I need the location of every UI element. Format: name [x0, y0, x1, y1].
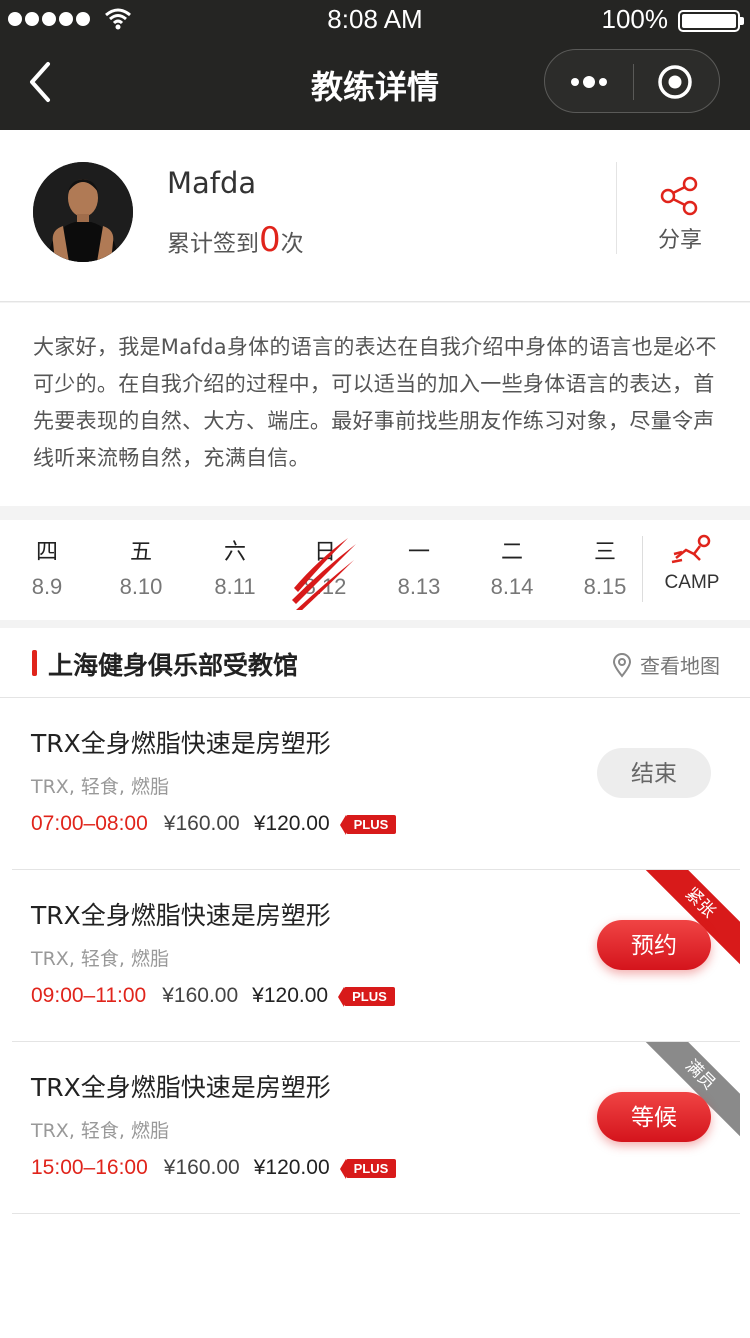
day-weekday: 一: [407, 540, 430, 565]
coach-profile: Mafda 累计签到0次 分享: [0, 130, 750, 302]
day-weekday: 六: [223, 540, 246, 565]
battery-icon: [678, 10, 744, 32]
day-date: 8.15: [583, 574, 627, 599]
share-button[interactable]: 分享: [640, 176, 720, 254]
plus-badge: PLUS: [339, 814, 397, 835]
share-label: 分享: [657, 228, 702, 253]
plus-badge: PLUS: [339, 1158, 397, 1179]
day-date: 8.9: [31, 574, 63, 599]
course-tags: TRX, 轻食, 燃脂: [31, 776, 169, 798]
day-item[interactable]: 三 8.15: [560, 534, 650, 600]
day-date: 8.13: [397, 574, 441, 599]
day-item-selected[interactable]: 日 8.12: [280, 534, 370, 600]
day-date: 8.14: [490, 574, 534, 599]
checkin-summary: 累计签到0次: [167, 220, 304, 260]
course-name: TRX全身燃脂快速是房塑形: [31, 729, 331, 758]
mini-program-capsule: [544, 49, 720, 113]
course-time: 07:00–08:00: [31, 812, 148, 835]
day-date: 8.10: [119, 574, 163, 599]
gym-name: 上海健身俱乐部受教馆: [48, 651, 299, 680]
share-icon: [660, 176, 698, 216]
course-price: ¥120.00: [252, 984, 329, 1007]
book-button[interactable]: 预约: [597, 920, 711, 970]
day-item[interactable]: 二 8.14: [467, 534, 557, 600]
checkin-suffix: 次: [280, 231, 304, 257]
gym-header: 上海健身俱乐部受教馆 查看地图: [0, 628, 750, 698]
day-item[interactable]: 五 8.10: [96, 534, 186, 600]
course-price: ¥120.00: [253, 812, 330, 835]
course-card: TRX全身燃脂快速是房塑形 TRX, 轻食, 燃脂 07:00–08:00 ¥1…: [12, 698, 740, 870]
checkin-prefix: 累计签到: [167, 231, 259, 257]
course-name: TRX全身燃脂快速是房塑形: [31, 1073, 331, 1102]
waitlist-button[interactable]: 等候: [597, 1092, 711, 1142]
camp-button[interactable]: CAMP: [652, 534, 732, 594]
week-selector: 四 8.9 五 8.10 六 8.11 日 8.12 一 8.13 二 8.14…: [0, 520, 750, 620]
course-original-price: ¥160.00: [162, 984, 239, 1007]
camp-label: CAMP: [664, 572, 720, 593]
battery-percent: 100%: [601, 4, 669, 34]
day-weekday: 五: [129, 540, 152, 565]
day-date: 8.12: [303, 574, 347, 599]
capsule-divider: [633, 64, 634, 100]
runner-icon: [671, 534, 711, 564]
course-card: 满员 TRX全身燃脂快速是房塑形 TRX, 轻食, 燃脂 15:00–16:00…: [12, 1042, 740, 1214]
course-list: TRX全身燃脂快速是房塑形 TRX, 轻食, 燃脂 07:00–08:00 ¥1…: [0, 698, 750, 1338]
day-weekday: 日: [313, 540, 336, 565]
course-original-price: ¥160.00: [163, 1156, 240, 1179]
top-bar: 8:08 AM 100% 教练详情: [0, 0, 750, 130]
coach-name: Mafda: [167, 166, 257, 200]
camp-divider: [642, 536, 643, 602]
course-meta: 09:00–11:00 ¥160.00 ¥120.00 PLUS: [31, 984, 395, 1008]
course-name: TRX全身燃脂快速是房塑形: [31, 901, 331, 930]
day-weekday: 三: [593, 540, 616, 565]
course-tags: TRX, 轻食, 燃脂: [31, 948, 169, 970]
avatar: [33, 162, 133, 262]
checkin-count: 0: [259, 220, 281, 260]
more-button[interactable]: [569, 68, 609, 96]
view-map-label: 查看地图: [640, 654, 720, 678]
course-price: ¥120.00: [253, 1156, 330, 1179]
day-weekday: 二: [500, 540, 523, 565]
location-pin-icon: [612, 652, 632, 678]
intro-text: 大家好，我是Mafda身体的语言的表达在自我介绍中身体的语言也是必不可少的。在自…: [33, 335, 717, 470]
gym-accent-bar: [32, 650, 37, 676]
day-weekday: 四: [35, 540, 58, 565]
ended-button[interactable]: 结束: [597, 748, 711, 798]
course-original-price: ¥160.00: [163, 812, 240, 835]
plus-badge: PLUS: [338, 986, 395, 1007]
course-time: 09:00–11:00: [31, 984, 147, 1007]
day-date: 8.11: [214, 574, 256, 599]
view-map-link[interactable]: 查看地图: [612, 650, 720, 679]
profile-divider: [616, 162, 617, 254]
status-bar: 8:08 AM 100%: [0, 0, 750, 40]
day-item[interactable]: 一 8.13: [374, 534, 464, 600]
close-target-button[interactable]: [657, 64, 693, 100]
day-item[interactable]: 六 8.11: [190, 534, 280, 600]
course-meta: 07:00–08:00 ¥160.00 ¥120.00 PLUS: [31, 812, 397, 836]
course-meta: 15:00–16:00 ¥160.00 ¥120.00 PLUS: [31, 1156, 397, 1180]
day-item[interactable]: 四 8.9: [2, 534, 92, 600]
course-time: 15:00–16:00: [31, 1156, 148, 1179]
course-tags: TRX, 轻食, 燃脂: [31, 1120, 169, 1142]
coach-intro: 大家好，我是Mafda身体的语言的表达在自我介绍中身体的语言也是必不可少的。在自…: [0, 303, 750, 506]
course-card: 紧张 TRX全身燃脂快速是房塑形 TRX, 轻食, 燃脂 09:00–11:00…: [12, 870, 740, 1042]
